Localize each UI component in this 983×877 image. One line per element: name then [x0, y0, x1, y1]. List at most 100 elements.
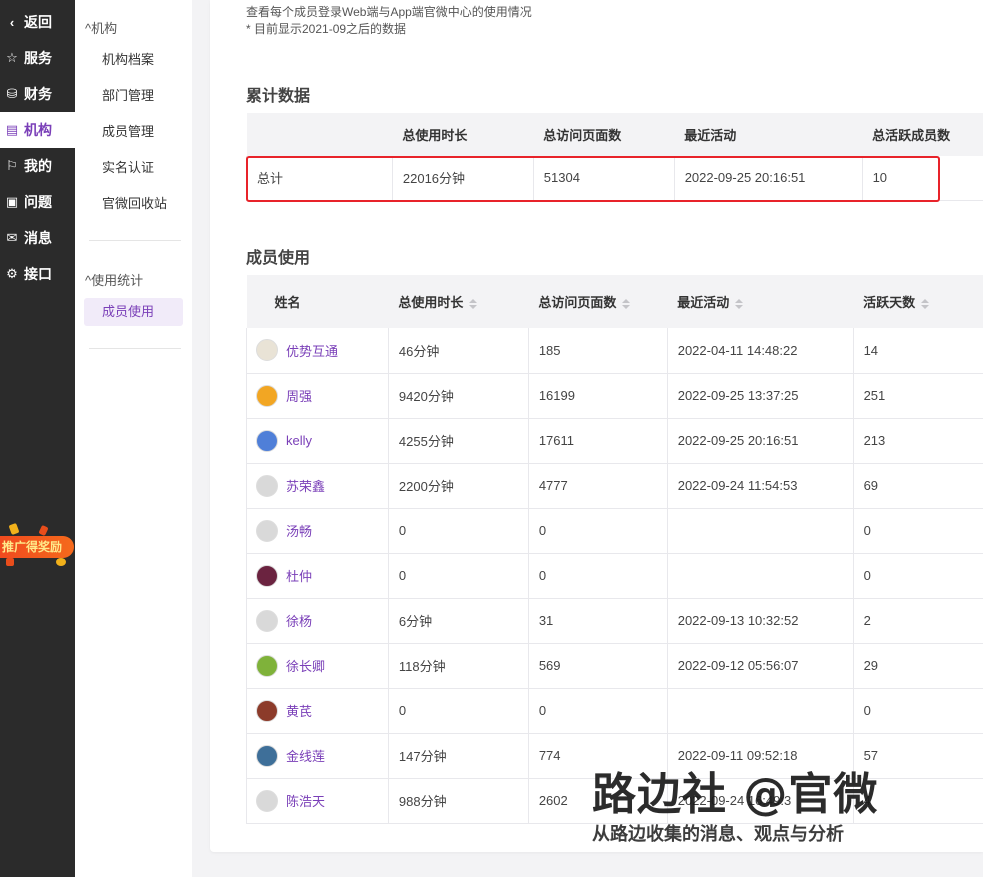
- last-active-cell: [667, 508, 854, 554]
- duration-cell: 0: [388, 508, 529, 554]
- table-row: 黄芪 0 0 0: [246, 688, 983, 734]
- intro-note: * 目前显示2021-09之后的数据: [246, 22, 407, 36]
- col-header-last-active[interactable]: 最近活动: [667, 275, 854, 328]
- nav-organization[interactable]: ▤ 机构: [0, 112, 75, 148]
- main-nav: ‹ 返回 ☆ 服务 ⛁ 财务 ▤ 机构 ⚐ 我的 ▣ 问题 ✉ 消息 ⚙ 接口 推广得奖励: [0, 0, 75, 877]
- nav-back[interactable]: ‹ 返回: [0, 4, 75, 40]
- avatar: [256, 339, 278, 362]
- last-active-cell: 2022-09-25 20:16:51: [667, 418, 854, 464]
- name-cell: 汤畅: [246, 508, 389, 554]
- subnav-member-usage[interactable]: 成员使用: [84, 298, 183, 326]
- active-days-cell: 251: [853, 373, 983, 419]
- pages-cell: 17611: [528, 418, 668, 464]
- summary-title: 累计数据: [246, 88, 311, 105]
- col-header-active-days[interactable]: 活跃天数: [853, 275, 983, 328]
- star-icon: ☆: [6, 50, 18, 65]
- duration-cell: 118分钟: [388, 643, 529, 689]
- member-name[interactable]: 黄芪: [286, 701, 312, 720]
- avatar: [256, 474, 278, 497]
- name-cell: 杜仲: [246, 553, 389, 599]
- member-name[interactable]: 周强: [286, 386, 312, 405]
- pages-cell: 16199: [528, 373, 668, 419]
- group-usage-stats[interactable]: ^使用统计: [85, 270, 143, 289]
- last-active-cell: 2022-09-25 13:37:25: [667, 373, 854, 419]
- duration-cell: 147分钟: [388, 733, 529, 779]
- member-name[interactable]: 徐杨: [286, 611, 312, 630]
- avatar: [256, 654, 278, 677]
- last-active-cell: [667, 553, 854, 599]
- table-row: 优势互通 46分钟 185 2022-04-11 14:48:22 14: [246, 328, 983, 374]
- active-days-cell: 213: [853, 418, 983, 464]
- sort-icon[interactable]: [735, 298, 744, 309]
- members-title: 成员使用: [246, 250, 311, 267]
- member-name[interactable]: 苏荣鑫: [286, 476, 325, 495]
- group-organization[interactable]: ^机构: [85, 18, 117, 37]
- subnav-department[interactable]: 部门管理: [84, 82, 183, 110]
- watermark-subtitle: 从路边收集的消息、观点与分析: [592, 824, 844, 845]
- duration-cell: 0: [388, 688, 529, 734]
- subnav-recycle-bin[interactable]: 官微回收站: [84, 190, 183, 218]
- nav-service[interactable]: ☆ 服务: [0, 40, 75, 76]
- bookmark-icon: ⚐: [6, 158, 18, 173]
- nav-label: 服务: [24, 50, 52, 66]
- sort-icon[interactable]: [622, 298, 631, 309]
- name-cell: 苏荣鑫: [246, 463, 389, 509]
- nav-label: 返回: [24, 14, 52, 30]
- col-header-pages: 总访问页面数: [533, 113, 675, 156]
- member-name[interactable]: 陈浩天: [286, 791, 325, 810]
- table-row: kelly 4255分钟 17611 2022-09-25 20:16:51 213: [246, 418, 983, 464]
- duration-cell: 46分钟: [388, 328, 529, 374]
- nav-mine[interactable]: ⚐ 我的: [0, 148, 75, 184]
- last-active-cell: 2022-04-11 14:48:22: [667, 328, 854, 374]
- nav-api[interactable]: ⚙ 接口: [0, 256, 75, 292]
- sort-icon[interactable]: [469, 298, 478, 309]
- pages-cell: 185: [528, 328, 668, 374]
- last-active-cell: 2022-09-13 10:32:52: [667, 598, 854, 644]
- member-name[interactable]: 杜仲: [286, 566, 312, 585]
- sort-icon[interactable]: [921, 298, 930, 309]
- sub-nav: ^机构 机构档案 部门管理 成员管理 实名认证 官微回收站 ^使用统计 成员使用: [75, 0, 192, 877]
- avatar: [256, 429, 278, 452]
- nav-label: 接口: [24, 266, 52, 282]
- nav-label: 我的: [24, 158, 52, 174]
- member-name[interactable]: 金线莲: [286, 746, 325, 765]
- avatar: [256, 699, 278, 722]
- col-header-last-active: 最近活动: [674, 113, 863, 156]
- duration-cell: 2200分钟: [388, 463, 529, 509]
- name-cell: 金线莲: [246, 733, 389, 779]
- name-cell: 优势互通: [246, 328, 389, 374]
- member-name[interactable]: 徐长卿: [286, 656, 325, 675]
- table-row: 苏荣鑫 2200分钟 4777 2022-09-24 11:54:53 69: [246, 463, 983, 509]
- nav-label: 问题: [24, 194, 52, 210]
- nav-finance[interactable]: ⛁ 财务: [0, 76, 75, 112]
- pages-cell: 569: [528, 643, 668, 689]
- table-row: 周强 9420分钟 16199 2022-09-25 13:37:25 251: [246, 373, 983, 419]
- nav-questions[interactable]: ▣ 问题: [0, 184, 75, 220]
- member-name[interactable]: kelly: [286, 433, 312, 448]
- subnav-org-profile[interactable]: 机构档案: [84, 46, 183, 74]
- member-name[interactable]: 汤畅: [286, 521, 312, 540]
- divider: [89, 240, 181, 241]
- members-header-row: 姓名 总使用时长 总访问页面数 最近活动 活跃天数: [246, 275, 983, 328]
- pages-cell: 0: [528, 688, 668, 734]
- col-header-active-members: 总活跃成员数: [862, 113, 983, 156]
- intro-description: 查看每个成员登录Web端与App端官微中心的使用情况: [246, 5, 532, 19]
- avatar: [256, 609, 278, 632]
- duration-cell: 9420分钟: [388, 373, 529, 419]
- col-header-name: 姓名: [246, 275, 389, 328]
- member-name[interactable]: 优势互通: [286, 341, 338, 360]
- col-header: [246, 113, 393, 156]
- last-active-cell: [667, 688, 854, 734]
- nav-messages[interactable]: ✉ 消息: [0, 220, 75, 256]
- subnav-verification[interactable]: 实名认证: [84, 154, 183, 182]
- name-cell: kelly: [246, 418, 389, 464]
- col-header-pages[interactable]: 总访问页面数: [528, 275, 668, 328]
- nav-label: 财务: [24, 86, 52, 102]
- active-days-cell: 29: [853, 643, 983, 689]
- subnav-members[interactable]: 成员管理: [84, 118, 183, 146]
- nav-label: 机构: [24, 122, 52, 138]
- members-table: 姓名 总使用时长 总访问页面数 最近活动 活跃天数 优势互通 46分钟 185 202…: [246, 275, 983, 824]
- database-icon: ⛁: [6, 86, 18, 101]
- col-header-duration[interactable]: 总使用时长: [388, 275, 529, 328]
- promo-banner[interactable]: 推广得奖励: [0, 522, 76, 568]
